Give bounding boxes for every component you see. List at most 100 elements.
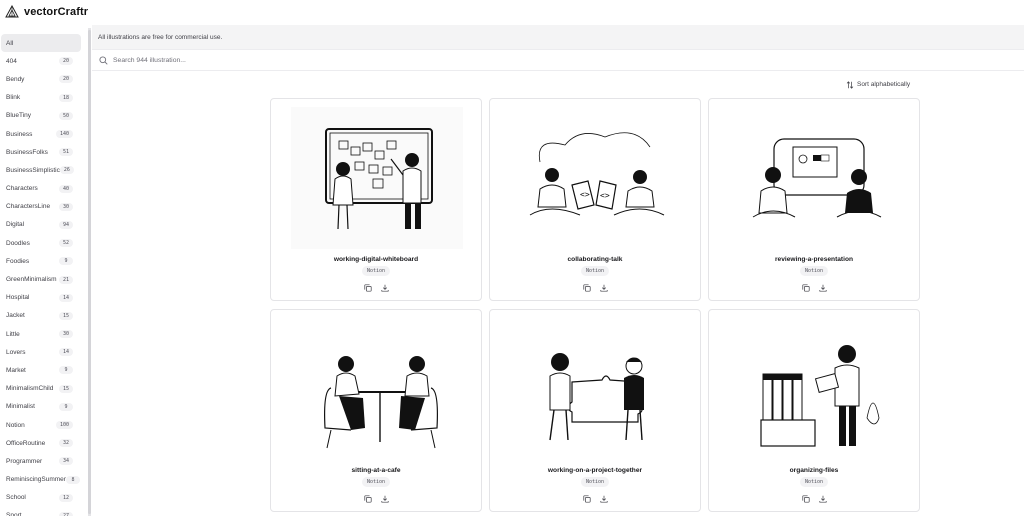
sidebar-item-minimalismchild[interactable]: MinimalismChild 15 bbox=[1, 380, 81, 398]
copy-icon[interactable] bbox=[801, 283, 810, 292]
category-tag: Notion bbox=[580, 266, 610, 276]
sidebar-item-market[interactable]: Market 9 bbox=[1, 361, 81, 379]
illustration-image[interactable]: <> <> bbox=[510, 107, 682, 249]
sidebar-item-label: School bbox=[6, 494, 26, 502]
sidebar-item-little[interactable]: Little 30 bbox=[1, 325, 81, 343]
illustration-card[interactable]: sitting-at-a-cafe Notion bbox=[270, 309, 482, 512]
illustration-image[interactable] bbox=[291, 107, 463, 249]
sidebar-item-sport[interactable]: Sport 27 bbox=[1, 507, 81, 516]
sidebar-item-404[interactable]: 404 20 bbox=[1, 52, 81, 70]
sidebar-item-all[interactable]: All bbox=[1, 34, 81, 53]
sidebar-item-label: Business bbox=[6, 130, 33, 138]
copy-icon[interactable] bbox=[363, 283, 372, 292]
sidebar-item-count: 50 bbox=[58, 111, 73, 120]
search-input[interactable] bbox=[113, 56, 513, 64]
sidebar-item-label: Blink bbox=[6, 94, 21, 102]
sidebar-item-count: 94 bbox=[58, 220, 73, 229]
sidebar-item-businessfolks[interactable]: BusinessFolks 51 bbox=[1, 143, 81, 161]
sidebar-item-count: 15 bbox=[58, 311, 73, 320]
sort-button[interactable]: Sort alphabetically bbox=[846, 79, 910, 90]
sidebar-item-label: 404 bbox=[6, 57, 17, 65]
sidebar-item-jacket[interactable]: Jacket 15 bbox=[1, 307, 81, 325]
sidebar-item-characters[interactable]: Characters 40 bbox=[1, 180, 81, 198]
search-bar[interactable] bbox=[92, 50, 1024, 71]
sidebar-item-minimalist[interactable]: Minimalist 9 bbox=[1, 398, 81, 416]
sidebar-item-count: 100 bbox=[55, 421, 73, 430]
sidebar-item-label: Sport bbox=[6, 512, 22, 516]
download-icon[interactable] bbox=[380, 283, 389, 292]
illustration-card[interactable]: reviewing-a-presentation Notion bbox=[708, 98, 920, 301]
sidebar-item-count: 8 bbox=[65, 475, 80, 484]
download-icon[interactable] bbox=[380, 494, 389, 503]
download-icon[interactable] bbox=[818, 283, 827, 292]
illustration-image[interactable] bbox=[729, 107, 901, 249]
sidebar-item-label: MinimalismChild bbox=[6, 385, 54, 393]
copy-icon[interactable] bbox=[801, 494, 810, 503]
sidebar-item-count: 26 bbox=[59, 166, 74, 175]
card-actions bbox=[582, 494, 608, 503]
category-tag: Notion bbox=[799, 266, 829, 276]
sidebar-item-count: 30 bbox=[58, 202, 73, 211]
sidebar-item-label: All bbox=[6, 39, 14, 47]
illustration-image[interactable] bbox=[291, 318, 463, 460]
sidebar-item-count: 27 bbox=[58, 511, 73, 516]
sidebar-item-count: 30 bbox=[58, 330, 73, 339]
sidebar-scrollbar-thumb[interactable] bbox=[88, 30, 91, 514]
category-tag: Notion bbox=[361, 477, 391, 487]
sidebar-item-doodles[interactable]: Doodles 52 bbox=[1, 234, 81, 252]
sidebar-item-label: Minimalist bbox=[6, 403, 35, 411]
sidebar-item-count: 12 bbox=[58, 493, 73, 502]
illustration-card[interactable]: <> <> collaborating-talk Notion bbox=[489, 98, 701, 301]
sidebar-item-programmer[interactable]: Programmer 34 bbox=[1, 452, 81, 470]
copy-icon[interactable] bbox=[582, 494, 591, 503]
sidebar-item-lovers[interactable]: Lovers 14 bbox=[1, 343, 81, 361]
sidebar-item-blink[interactable]: Blink 18 bbox=[1, 89, 81, 107]
sidebar-item-reminiscingsummer[interactable]: ReminiscingSummer 8 bbox=[1, 471, 81, 489]
download-icon[interactable] bbox=[818, 494, 827, 503]
sidebar-item-label: Little bbox=[6, 330, 20, 338]
sidebar-item-count: 15 bbox=[58, 384, 73, 393]
sidebar-item-label: BusinessFolks bbox=[6, 148, 48, 156]
sort-label: Sort alphabetically bbox=[857, 81, 911, 88]
sidebar-item-officeroutine[interactable]: OfficeRoutine 32 bbox=[1, 434, 81, 452]
sidebar-item-business[interactable]: Business 140 bbox=[1, 125, 81, 143]
illustration-title: reviewing-a-presentation bbox=[774, 256, 854, 263]
category-tag: Notion bbox=[361, 266, 391, 276]
copy-icon[interactable] bbox=[363, 494, 372, 503]
sidebar-item-count: 40 bbox=[58, 184, 73, 193]
illustration-card[interactable]: organizing-files Notion bbox=[708, 309, 920, 512]
sidebar-item-count: 14 bbox=[58, 348, 73, 357]
sidebar-item-hospital[interactable]: Hospital 14 bbox=[1, 289, 81, 307]
illustration-image[interactable] bbox=[729, 318, 901, 460]
sidebar-item-count: 140 bbox=[55, 130, 73, 139]
card-actions bbox=[363, 494, 389, 503]
sidebar-item-label: Lovers bbox=[6, 348, 26, 356]
sidebar-item-count: 51 bbox=[58, 148, 73, 157]
sidebar-item-count: 32 bbox=[58, 439, 73, 448]
sidebar-item-notion[interactable]: Notion 100 bbox=[1, 416, 81, 434]
sidebar-item-label: Doodles bbox=[6, 239, 30, 247]
sidebar-item-businesssimplistic[interactable]: BusinessSimplistic 26 bbox=[1, 161, 81, 179]
sidebar-item-digital[interactable]: Digital 94 bbox=[1, 216, 81, 234]
illustration-card[interactable]: working-digital-whiteboard Notion bbox=[270, 98, 482, 301]
sidebar-item-foodies[interactable]: Foodies 9 bbox=[1, 252, 81, 270]
sidebar-item-bendy[interactable]: Bendy 20 bbox=[1, 70, 81, 88]
sidebar-item-count: 18 bbox=[58, 93, 73, 102]
copy-icon[interactable] bbox=[582, 283, 591, 292]
illustration-card[interactable]: working-on-a-project-together Notion bbox=[489, 309, 701, 512]
sidebar-item-count: 9 bbox=[59, 366, 73, 375]
card-actions bbox=[363, 283, 389, 292]
illustration-image[interactable] bbox=[510, 318, 682, 460]
sidebar-item-bluetiny[interactable]: BlueTiny 50 bbox=[1, 107, 81, 125]
sidebar-item-greenminimalism[interactable]: GreenMinimalism 21 bbox=[1, 270, 81, 288]
vector-logo-icon bbox=[5, 5, 19, 19]
sidebar-item-label: Digital bbox=[6, 221, 25, 229]
sidebar-item-school[interactable]: School 12 bbox=[1, 489, 81, 507]
illustration-title: sitting-at-a-cafe bbox=[351, 467, 401, 474]
app-name[interactable]: vectorCraftr bbox=[24, 6, 88, 18]
category-tag: Notion bbox=[580, 477, 610, 487]
download-icon[interactable] bbox=[599, 494, 608, 503]
download-icon[interactable] bbox=[599, 283, 608, 292]
sidebar-item-label: Jacket bbox=[6, 312, 25, 320]
sidebar-item-charactersline[interactable]: CharactersLine 30 bbox=[1, 198, 81, 216]
